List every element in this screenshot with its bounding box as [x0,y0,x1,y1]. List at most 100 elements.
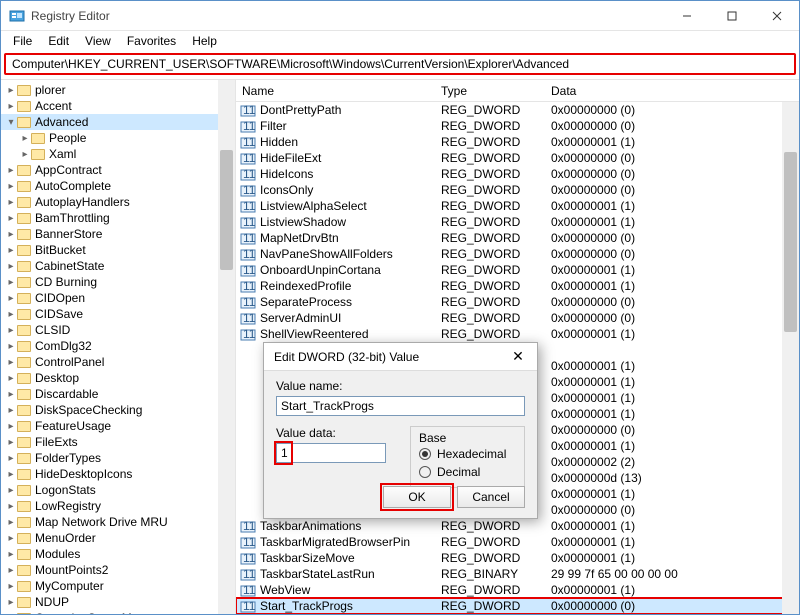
dialog-close-button[interactable]: ✕ [503,348,533,365]
column-headers[interactable]: Name Type Data [236,80,799,102]
minimize-button[interactable] [664,1,709,30]
radio-hexadecimal[interactable]: Hexadecimal [419,445,516,463]
value-row[interactable]: 110TaskbarAnimationsREG_DWORD0x00000001 … [236,518,799,534]
expand-icon[interactable]: ▸ [5,597,17,608]
expand-icon[interactable]: ▸ [5,421,17,432]
tree-item[interactable]: ▸Xaml [1,146,235,162]
expand-icon[interactable]: ▸ [5,501,17,512]
expand-icon[interactable]: ▸ [5,165,17,176]
tree-item[interactable]: ▸plorer [1,82,235,98]
maximize-button[interactable] [709,1,754,30]
tree-scrollbar-thumb[interactable] [220,150,233,270]
expand-icon[interactable]: ▸ [5,469,17,480]
value-data-field[interactable] [276,443,386,463]
tree-item[interactable]: ▸CIDSave [1,306,235,322]
value-row[interactable]: 110TaskbarSizeMoveREG_DWORD0x00000001 (1… [236,550,799,566]
expand-icon[interactable]: ▸ [5,533,17,544]
expand-icon[interactable]: ▸ [5,341,17,352]
cancel-button[interactable]: Cancel [457,486,525,508]
expand-icon[interactable]: ▸ [5,277,17,288]
tree-item[interactable]: ▸CD Burning [1,274,235,290]
value-name-field[interactable] [276,396,525,416]
value-row[interactable]: 110ShellViewReenteredREG_DWORD0x00000001… [236,326,799,342]
menu-edit[interactable]: Edit [40,33,77,49]
tree-pane[interactable]: ▸plorer▸Accent▾Advanced▸People▸Xaml▸AppC… [1,80,236,614]
expand-icon[interactable]: ▾ [5,117,17,128]
value-row[interactable]: 110ListviewShadowREG_DWORD0x00000001 (1) [236,214,799,230]
expand-icon[interactable]: ▸ [5,261,17,272]
tree-item[interactable]: ▸AutoplayHandlers [1,194,235,210]
expand-icon[interactable]: ▸ [19,149,31,160]
tree-item[interactable]: ▸BannerStore [1,226,235,242]
radio-decimal[interactable]: Decimal [419,463,516,481]
value-row[interactable]: 110MapNetDrvBtnREG_DWORD0x00000000 (0) [236,230,799,246]
expand-icon[interactable]: ▸ [5,437,17,448]
list-scrollbar[interactable] [782,102,799,614]
expand-icon[interactable]: ▸ [5,453,17,464]
tree-item[interactable]: ▸ControlPanel [1,354,235,370]
expand-icon[interactable]: ▸ [5,549,17,560]
expand-icon[interactable]: ▸ [19,133,31,144]
expand-icon[interactable]: ▸ [5,181,17,192]
expand-icon[interactable]: ▸ [5,581,17,592]
tree-item[interactable]: ▸CIDOpen [1,290,235,306]
value-row[interactable]: 110OnboardUnpinCortanaREG_DWORD0x0000000… [236,262,799,278]
tree-item[interactable]: ▸ComDlg32 [1,338,235,354]
tree-item[interactable]: ▸Modules [1,546,235,562]
expand-icon[interactable]: ▸ [5,373,17,384]
tree-item[interactable]: ▸Discardable [1,386,235,402]
tree-item[interactable]: ▸MountPoints2 [1,562,235,578]
titlebar[interactable]: Registry Editor [1,1,799,31]
expand-icon[interactable]: ▸ [5,485,17,496]
value-row[interactable]: 110Start_TrackProgsREG_DWORD0x00000000 (… [236,598,799,614]
value-row[interactable]: 110NavPaneShowAllFoldersREG_DWORD0x00000… [236,246,799,262]
expand-icon[interactable]: ▸ [5,613,17,615]
col-header-data[interactable]: Data [551,84,799,98]
tree-item[interactable]: ▸OperationStatusManager [1,610,235,614]
expand-icon[interactable]: ▸ [5,405,17,416]
value-row[interactable]: 110ReindexedProfileREG_DWORD0x00000001 (… [236,278,799,294]
tree-item[interactable]: ▸LogonStats [1,482,235,498]
expand-icon[interactable]: ▸ [5,213,17,224]
expand-icon[interactable]: ▸ [5,197,17,208]
expand-icon[interactable]: ▸ [5,389,17,400]
tree-item[interactable]: ▸CabinetState [1,258,235,274]
tree-item[interactable]: ▸MyComputer [1,578,235,594]
value-row[interactable]: 110TaskbarMigratedBrowserPinREG_DWORD0x0… [236,534,799,550]
dialog-titlebar[interactable]: Edit DWORD (32-bit) Value ✕ [264,343,537,371]
expand-icon[interactable]: ▸ [5,293,17,304]
ok-button[interactable]: OK [383,486,451,508]
value-row[interactable]: 110HiddenREG_DWORD0x00000001 (1) [236,134,799,150]
value-row[interactable]: 110DontPrettyPathREG_DWORD0x00000000 (0) [236,102,799,118]
value-row[interactable]: 110FilterREG_DWORD0x00000000 (0) [236,118,799,134]
tree-scrollbar[interactable] [218,80,235,614]
expand-icon[interactable]: ▸ [5,565,17,576]
tree-item[interactable]: ▸Accent [1,98,235,114]
expand-icon[interactable]: ▸ [5,85,17,96]
value-row[interactable]: 110ServerAdminUIREG_DWORD0x00000000 (0) [236,310,799,326]
expand-icon[interactable]: ▸ [5,245,17,256]
tree-item[interactable]: ▸Map Network Drive MRU [1,514,235,530]
tree-item[interactable]: ▸AutoComplete [1,178,235,194]
tree-item[interactable]: ▸MenuOrder [1,530,235,546]
tree-item[interactable]: ▾Advanced [1,114,235,130]
tree-item[interactable]: ▸FolderTypes [1,450,235,466]
value-row[interactable]: 110SeparateProcessREG_DWORD0x00000000 (0… [236,294,799,310]
tree-item[interactable]: ▸AppContract [1,162,235,178]
value-row[interactable]: 110ListviewAlphaSelectREG_DWORD0x0000000… [236,198,799,214]
tree-item[interactable]: ▸LowRegistry [1,498,235,514]
expand-icon[interactable]: ▸ [5,229,17,240]
list-scrollbar-thumb[interactable] [784,152,797,332]
close-button[interactable] [754,1,799,30]
tree-item[interactable]: ▸Desktop [1,370,235,386]
menu-favorites[interactable]: Favorites [119,33,184,49]
expand-icon[interactable]: ▸ [5,101,17,112]
col-header-type[interactable]: Type [441,84,551,98]
tree-item[interactable]: ▸BamThrottling [1,210,235,226]
value-row[interactable]: 110IconsOnlyREG_DWORD0x00000000 (0) [236,182,799,198]
tree-item[interactable]: ▸BitBucket [1,242,235,258]
value-row[interactable]: 110HideIconsREG_DWORD0x00000000 (0) [236,166,799,182]
menu-help[interactable]: Help [184,33,225,49]
col-header-name[interactable]: Name [236,84,441,98]
expand-icon[interactable]: ▸ [5,325,17,336]
